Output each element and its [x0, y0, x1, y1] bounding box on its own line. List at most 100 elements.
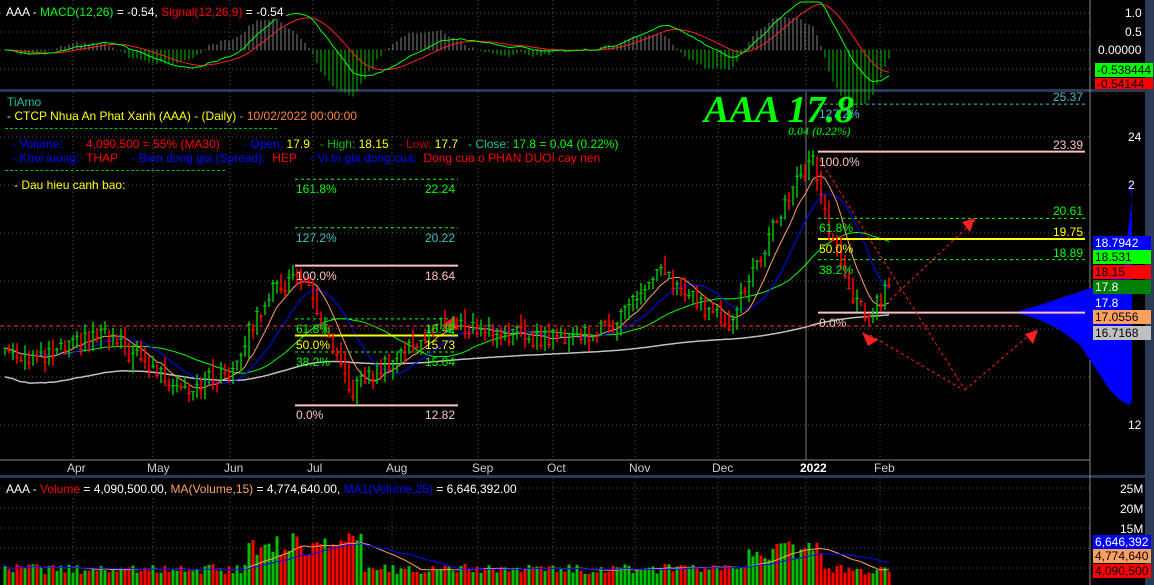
volume-bar: [455, 572, 459, 585]
macd-axis-tick: 0.5: [1125, 25, 1142, 39]
fib-level-pct: 38.2%: [296, 355, 331, 370]
macd-symbol: AAA -: [6, 5, 41, 19]
volume-bar: [11, 572, 15, 585]
macd-label: MACD(12,26): [40, 5, 114, 19]
date-axis-label: Sep: [472, 461, 494, 475]
date-axis-label: 2022: [800, 461, 827, 475]
volume-bar: [163, 565, 167, 585]
price-value-tag: 17.8: [1095, 296, 1119, 310]
divider: [5, 128, 277, 129]
fib-level-price: 25.37: [1053, 90, 1084, 105]
volume-bar: [859, 568, 863, 585]
volume-bar: [183, 571, 187, 585]
volume-bar: [463, 564, 467, 585]
volume-bar: [395, 573, 399, 585]
volume-bar: [63, 572, 67, 585]
volume-bar: [391, 565, 395, 585]
price-value-tag: 17.0556: [1093, 310, 1151, 324]
volume-bar: [55, 570, 59, 585]
volume-bar: [751, 556, 755, 585]
chart-canvas[interactable]: [0, 0, 1154, 585]
volume-bar: [47, 566, 51, 585]
volume-bar: [727, 565, 731, 585]
date-axis-label: Oct: [547, 461, 566, 475]
volume-bar: [743, 568, 747, 585]
volume-bar: [699, 571, 703, 585]
arrow-head: [1025, 330, 1038, 344]
volume-bar: [311, 543, 315, 585]
volume-bar: [875, 569, 879, 585]
volume-bar: [119, 567, 123, 585]
fib-level-pct: 100.0%: [819, 154, 860, 169]
volume-bar: [75, 565, 79, 585]
volume-bar: [387, 571, 391, 585]
volume-bar: [731, 568, 735, 585]
projection-line: [869, 334, 961, 389]
volume-bar: [755, 551, 759, 585]
macd-axis-tick: 1.0: [1125, 6, 1142, 20]
volume-bar: [215, 570, 219, 585]
volume-bar: [71, 572, 75, 585]
volume-value-tag: 6,646,392: [1093, 535, 1151, 549]
volume-bar: [187, 570, 191, 585]
volume-bar: [687, 566, 691, 585]
volume-bar: [399, 568, 403, 585]
volume-bar: [143, 567, 147, 585]
volume-bar: [639, 570, 643, 585]
volume-legend: AAA - Volume = 4,090,500.00, MA(Volume,1…: [4, 482, 519, 496]
volume-bar: [787, 541, 791, 585]
price-axis-tick: 2: [1128, 178, 1135, 192]
volume-bar: [367, 567, 371, 585]
volume-bar: [431, 566, 435, 585]
fib-level-price: 15.04: [425, 355, 456, 370]
date-axis-label: Jun: [224, 461, 244, 475]
signal-value-tag: -0.54144: [1095, 78, 1153, 89]
fib-level-pct: 0.0%: [296, 408, 324, 423]
volume-bar: [799, 549, 803, 585]
volume-bar: [95, 570, 99, 585]
volume-bar: [419, 573, 423, 585]
volume-bar: [155, 572, 159, 585]
volume-bar: [147, 570, 151, 585]
price-value-tag: 17.8: [1093, 280, 1151, 294]
warning-label: - Dau hieu canh bao:: [14, 178, 126, 192]
fib-level-pct: 0.0%: [819, 315, 847, 330]
fib-level-pct: 50.0%: [819, 242, 854, 256]
volume-bar: [159, 572, 163, 585]
volume-bar: [403, 568, 407, 585]
volume-bar: [211, 564, 215, 585]
volume-bar: [851, 570, 855, 585]
volume-label: - Volume:: [12, 137, 63, 151]
volume-bar: [831, 572, 835, 585]
volume-bar: [315, 542, 319, 585]
volume-bar: [539, 566, 543, 585]
volume-bar: [139, 571, 143, 585]
volume-bar: [791, 544, 795, 585]
volume-symbol: AAA -: [6, 482, 41, 496]
fib-level-pct: 161.8%: [296, 182, 337, 197]
volume-bar: [775, 544, 779, 585]
volume-bar: [579, 570, 583, 585]
volume-bar: [423, 572, 427, 585]
price-value-tag: 16.7168: [1093, 326, 1151, 340]
volume-bar: [547, 566, 551, 585]
volume-bar: [595, 572, 599, 585]
volume-bar: [15, 564, 19, 585]
volume-bar: [87, 570, 91, 585]
arrow-head: [862, 332, 878, 346]
volume-bar: [59, 565, 63, 585]
volume-bar: [207, 564, 211, 585]
volume-bar: [823, 568, 827, 585]
close-position-label: - Vi tri gia dong cua:: [310, 151, 417, 165]
open-label: - Open:: [243, 137, 284, 151]
volume-bar: [275, 536, 279, 585]
volume-bar: [239, 573, 243, 585]
volume-bar: [255, 554, 259, 585]
volume-bar: [847, 567, 851, 585]
volume-bar: [835, 566, 839, 585]
volume-bar: [219, 570, 223, 585]
close-position-value: Dong cua o PHAN DUOI cay nen: [423, 151, 601, 165]
volume-bar: [443, 565, 447, 585]
volume-value-tag: 4,090,500: [1093, 564, 1151, 578]
volume-bar: [111, 570, 115, 585]
